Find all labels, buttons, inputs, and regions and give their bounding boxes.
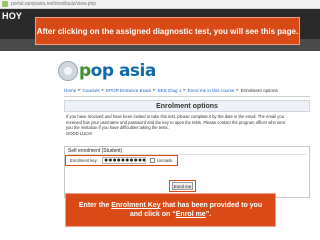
logo-wordmark: pop asia — [79, 61, 156, 81]
unmask-label[interactable]: Unmask — [157, 158, 172, 163]
breadcrumb-separator: ▸ — [101, 87, 104, 92]
callout-bottom-part: ”. — [205, 211, 212, 218]
site-logo-fragment: HOY — [2, 11, 23, 21]
breadcrumb-entrance-exam[interactable]: EPOP Entrance Exam — [106, 88, 151, 93]
breadcrumb-enrol-me[interactable]: Enrol me in this course — [188, 88, 235, 93]
breadcrumb-separator: ▸ — [78, 87, 81, 92]
epop-asia-logo[interactable]: pop asia — [58, 60, 156, 82]
browser-address-bar[interactable]: portal.epopasia.net/mod/quiz/view.php — [0, 0, 320, 9]
instruction-callout-bottom: Enter the Enrolment Key that has been pr… — [65, 193, 276, 227]
enrolment-heading-bar: Enrolment options — [64, 100, 310, 112]
page-title: Enrolment options — [156, 102, 218, 110]
callout-top-text: After clicking on the assigned diagnosti… — [36, 26, 299, 36]
instruction-line: If you have received and have been invit… — [66, 114, 285, 119]
instruction-callout-top: After clicking on the assigned diagnosti… — [35, 17, 300, 45]
breadcrumb-separator: ▸ — [236, 87, 239, 92]
site-favicon-icon — [2, 1, 8, 7]
instruction-line: GOOD LUCK! — [66, 130, 93, 136]
breadcrumb-eee-diag[interactable]: EEE Diag 1 — [158, 88, 182, 93]
breadcrumb-separator: ▸ — [153, 87, 156, 92]
unmask-checkbox[interactable] — [150, 158, 155, 163]
address-url[interactable]: portal.epopasia.net/mod/quiz/view.php — [11, 1, 96, 8]
breadcrumb-home[interactable]: Home — [64, 88, 76, 93]
logo-wordmark-p: p — [79, 61, 91, 81]
callout-bottom-key: Enrolment Key — [111, 202, 161, 209]
logo-wordmark-rest: op asia — [90, 61, 157, 81]
breadcrumb-current: Enrolment options — [240, 87, 278, 93]
callout-bottom-text: Enter the Enrolment Key that has been pr… — [76, 201, 265, 219]
breadcrumb: Home ▸ Courses ▸ EPOP Entrance Exam ▸ EE… — [64, 85, 310, 95]
breadcrumb-courses[interactable]: Courses — [83, 88, 100, 93]
breadcrumb-separator: ▸ — [183, 87, 186, 92]
callout-bottom-part: Enter the — [78, 202, 112, 209]
breadcrumb-divider — [64, 96, 310, 97]
enrolment-instructions: If you have received and have been invit… — [66, 114, 308, 136]
enrol-me-button[interactable]: Enrol me — [172, 182, 193, 190]
callout-bottom-action: Enrol me — [175, 211, 206, 218]
enrolment-key-label: Enrolment key — [70, 158, 97, 163]
enrolment-key-input[interactable]: ●●●●●●●●●● — [102, 157, 146, 164]
logo-globe-icon — [58, 61, 78, 81]
